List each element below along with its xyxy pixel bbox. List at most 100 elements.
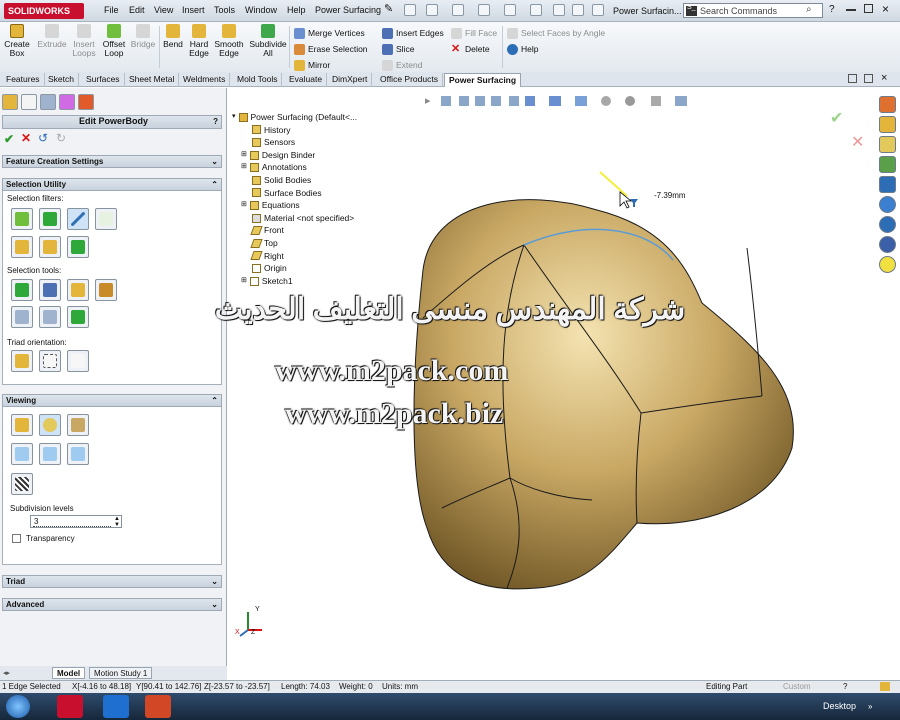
property-manager-icon[interactable] — [21, 94, 37, 110]
tree-item-equations[interactable]: ⊞ Equations — [232, 199, 357, 212]
tab-power-surfacing[interactable]: Power Surfacing — [444, 73, 522, 87]
dimxpert-manager-icon[interactable] — [59, 94, 75, 110]
scroll-tabs-icon[interactable]: ◂▸ — [3, 669, 10, 677]
custom-properties-icon[interactable] — [879, 216, 896, 233]
view-palette-icon[interactable] — [879, 176, 896, 193]
tab-mold-tools[interactable]: Mold Tools — [233, 73, 283, 87]
taskbar-solidworks-icon[interactable] — [57, 695, 83, 718]
dynamic-annotation-icon[interactable] — [525, 96, 535, 106]
filter-vertices-button[interactable] — [11, 208, 33, 230]
tree-item-annotations[interactable]: ⊞ Annotations — [232, 161, 357, 174]
view-cage-smooth-button[interactable] — [39, 443, 61, 465]
insert-loops-button[interactable]: Insert Loops — [70, 24, 98, 58]
confirm-corner-ok-icon[interactable]: ✔ — [830, 108, 843, 128]
filter-body-edges-button[interactable] — [67, 236, 89, 258]
tree-item-sketch1[interactable]: ⊞ Sketch1 — [232, 275, 357, 288]
maximize-icon[interactable] — [864, 4, 873, 13]
status-custom[interactable]: Custom — [783, 681, 811, 693]
close-doc-icon[interactable]: × — [881, 72, 887, 84]
start-button-icon[interactable] — [6, 695, 30, 718]
insert-edges-button[interactable]: Insert Edges — [382, 25, 444, 41]
extend-button[interactable]: Extend — [382, 57, 444, 73]
close-icon[interactable]: × — [882, 2, 889, 16]
view-box-button[interactable] — [67, 414, 89, 436]
tab-features[interactable]: Features — [2, 73, 45, 87]
select-ring-button[interactable] — [67, 279, 89, 301]
triad-local-button[interactable] — [39, 350, 61, 372]
fill-face-button[interactable]: Fill Face — [451, 25, 497, 41]
solidworks-logo[interactable]: SOLIDWORKS — [4, 3, 84, 19]
select-loop-button[interactable] — [39, 279, 61, 301]
select-faces-by-angle-button[interactable]: Select Faces by Angle — [507, 25, 605, 41]
restore-icon[interactable] — [848, 74, 857, 83]
tab-dimxpert[interactable]: DimXpert — [328, 73, 373, 87]
search-icon[interactable]: ⌕ — [806, 4, 812, 15]
select-all-button[interactable] — [11, 279, 33, 301]
section-view-icon[interactable] — [509, 96, 519, 106]
subdivision-spinbox[interactable]: 3 ▲ ▼ — [30, 515, 122, 528]
hide-show-icon[interactable] — [601, 96, 611, 106]
taskbar-show-desktop-icon[interactable]: » — [868, 702, 872, 711]
menu-view[interactable]: View — [154, 5, 173, 15]
filter-body-faces-button[interactable] — [39, 236, 61, 258]
configuration-manager-icon[interactable] — [40, 94, 56, 110]
cancel-icon[interactable]: ✕ — [21, 131, 31, 145]
viewing-header[interactable]: Viewing ⌃ — [2, 394, 222, 407]
mirror-button[interactable]: Mirror — [294, 57, 368, 73]
confirm-corner-cancel-icon[interactable]: ✕ — [851, 132, 864, 152]
zoom-area-icon[interactable] — [441, 96, 451, 106]
view-cage-points-button[interactable] — [67, 443, 89, 465]
tree-item-right[interactable]: Right — [232, 250, 357, 263]
subdivide-all-button[interactable]: Subdivide All — [248, 24, 288, 58]
tab-model[interactable]: Model — [52, 667, 86, 679]
tree-item-design-binder[interactable]: ⊞ Design Binder — [232, 149, 357, 162]
transparency-checkbox[interactable] — [12, 534, 21, 543]
taskbar-desktop-label[interactable]: Desktop — [823, 701, 856, 711]
solidworks-forum-icon[interactable] — [879, 236, 896, 253]
tree-item-top[interactable]: Top — [232, 237, 357, 250]
taskbar-powerpoint-icon[interactable] — [145, 695, 171, 718]
tab-office-products[interactable]: Office Products — [376, 73, 443, 87]
filter-points-button[interactable] — [95, 208, 117, 230]
view-shaded-button[interactable] — [11, 414, 33, 436]
power-surfacing-pane-icon[interactable] — [879, 256, 896, 273]
tree-root[interactable]: ▾ Power Surfacing (Default<... — [232, 111, 357, 124]
taskbar-app-icon[interactable] — [103, 695, 129, 718]
panel-help-icon[interactable]: ? — [213, 116, 218, 127]
menu-power-surfacing[interactable]: Power Surfacing — [315, 5, 381, 15]
filter-bodies-button[interactable] — [11, 236, 33, 258]
tree-item-origin[interactable]: Origin — [232, 262, 357, 275]
save-icon[interactable] — [452, 4, 464, 16]
tree-item-surface-bodies[interactable]: Surface Bodies — [232, 187, 357, 200]
search-tab-icon[interactable] — [879, 156, 896, 173]
view-orientation-icon[interactable] — [549, 96, 561, 106]
bend-button[interactable]: Bend — [161, 24, 185, 49]
tree-item-front[interactable]: Front — [232, 224, 357, 237]
options-icon[interactable] — [592, 4, 604, 16]
tile-icon[interactable] — [864, 74, 873, 83]
help-icon[interactable]: ? — [829, 4, 835, 15]
create-box-button[interactable]: Create Box — [3, 24, 31, 58]
open-icon[interactable] — [426, 4, 438, 16]
tab-surfaces[interactable]: Surfaces — [82, 73, 125, 87]
undo-panel-icon[interactable]: ↺ — [38, 131, 48, 145]
triad-align-button[interactable] — [11, 350, 33, 372]
tree-item-sensors[interactable]: Sensors — [232, 136, 357, 149]
minimize-icon[interactable] — [846, 9, 856, 11]
pin-icon[interactable]: ✎ — [384, 2, 396, 15]
view-zebra-button[interactable] — [11, 473, 33, 495]
design-library-icon[interactable] — [879, 116, 896, 133]
filter-edges-button[interactable] — [67, 208, 89, 230]
status-help-icon[interactable]: ? — [843, 681, 847, 693]
display-manager-icon[interactable] — [78, 94, 94, 110]
tab-weldments[interactable]: Weldments — [179, 73, 231, 87]
tree-item-solid-bodies[interactable]: Solid Bodies — [232, 174, 357, 187]
bridge-button[interactable]: Bridge — [129, 24, 157, 49]
menu-window[interactable]: Window — [245, 5, 277, 15]
rebuild-status-icon[interactable] — [880, 682, 890, 691]
erase-selection-button[interactable]: Erase Selection — [294, 41, 368, 57]
help-button[interactable]: Help — [507, 41, 605, 57]
delete-button[interactable]: ✕ Delete — [451, 41, 497, 57]
tab-sheet-metal[interactable]: Sheet Metal — [125, 73, 180, 87]
tab-motion-study[interactable]: Motion Study 1 — [89, 667, 153, 679]
